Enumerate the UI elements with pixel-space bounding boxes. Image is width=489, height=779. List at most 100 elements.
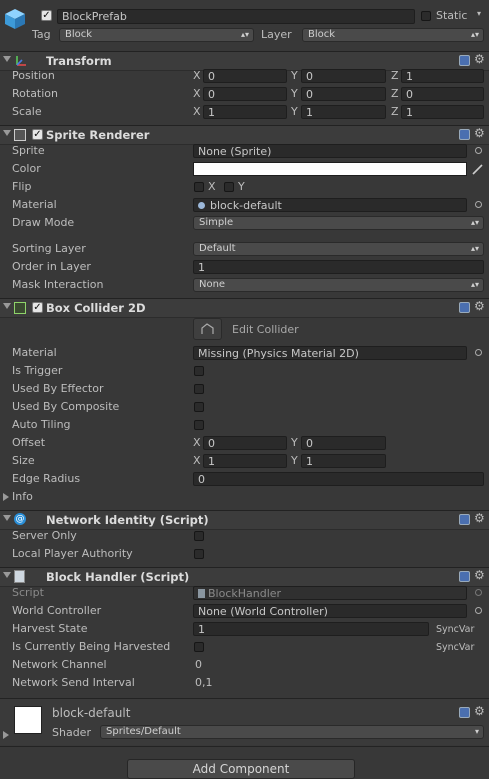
gear-icon[interactable]: ⚙	[474, 511, 485, 525]
mask-interaction-dropdown[interactable]: None ▴▾	[193, 278, 484, 292]
scale-y-field[interactable]: 1	[301, 105, 386, 119]
shader-dropdown[interactable]: Sprites/Default ▾	[100, 725, 484, 739]
size-x-field[interactable]: 1	[203, 454, 287, 468]
gear-icon[interactable]: ⚙	[474, 299, 485, 313]
position-y-field[interactable]: 0	[301, 69, 386, 83]
color-swatch[interactable]	[193, 162, 467, 176]
help-book-icon[interactable]	[459, 707, 470, 718]
axis-x-label: X	[193, 69, 201, 82]
order-in-layer-field[interactable]: 1	[193, 260, 484, 274]
edge-radius-field[interactable]: 0	[193, 472, 484, 486]
foldout-arrow-icon[interactable]	[3, 515, 11, 521]
draw-mode-value: Simple	[199, 217, 234, 228]
info-label[interactable]: Info	[12, 490, 33, 503]
material-preview-name: block-default	[52, 706, 131, 720]
is-trigger-checkbox[interactable]	[194, 366, 204, 376]
object-name-field[interactable]: BlockPrefab	[57, 9, 415, 24]
draw-mode-dropdown[interactable]: Simple ▴▾	[193, 216, 484, 230]
flip-x-checkbox[interactable]	[194, 182, 204, 192]
object-picker-icon[interactable]	[475, 349, 482, 356]
tag-dropdown[interactable]: Block ▴▾	[59, 28, 254, 42]
offset-x-field[interactable]: 0	[203, 436, 287, 450]
sprite-renderer-header[interactable]: ✓ Sprite Renderer ⚙	[0, 125, 489, 145]
auto-tiling-label: Auto Tiling	[12, 418, 71, 431]
gear-icon[interactable]: ⚙	[474, 568, 485, 582]
material-field[interactable]: block-default	[193, 198, 467, 212]
gear-icon[interactable]: ⚙	[474, 704, 485, 718]
network-identity-header[interactable]: @ Network Identity (Script) ⚙	[0, 510, 489, 530]
script-value: BlockHandler	[208, 587, 282, 600]
foldout-arrow-icon[interactable]	[3, 56, 11, 62]
sprite-renderer-title: Sprite Renderer	[46, 128, 150, 142]
position-z-field[interactable]: 1	[401, 69, 484, 83]
used-by-effector-checkbox[interactable]	[194, 384, 204, 394]
axis-x-label: X	[193, 105, 201, 118]
static-checkbox[interactable]	[421, 11, 431, 21]
auto-tiling-checkbox[interactable]	[194, 420, 204, 430]
material-sphere-icon	[198, 202, 205, 209]
layer-dropdown[interactable]: Block ▴▾	[302, 28, 484, 42]
position-x-field[interactable]: 0	[203, 69, 287, 83]
eyedropper-icon[interactable]	[471, 162, 485, 176]
shader-value: Sprites/Default	[106, 726, 181, 737]
foldout-arrow-icon[interactable]	[3, 130, 11, 136]
box-collider-title: Box Collider 2D	[46, 301, 146, 315]
help-book-icon[interactable]	[459, 302, 470, 313]
used-by-composite-checkbox[interactable]	[194, 402, 204, 412]
material-foldout-arrow-icon[interactable]	[3, 731, 9, 739]
size-y-field[interactable]: 1	[301, 454, 386, 468]
help-book-icon[interactable]	[459, 571, 470, 582]
flip-y-checkbox[interactable]	[224, 182, 234, 192]
foldout-arrow-icon[interactable]	[3, 303, 11, 309]
edit-collider-button[interactable]	[193, 318, 222, 340]
rotation-z-field[interactable]: 0	[401, 87, 484, 101]
box-collider-header[interactable]: ✓ Box Collider 2D ⚙	[0, 298, 489, 318]
active-checkbox[interactable]: ✓	[41, 10, 52, 21]
object-picker-icon[interactable]	[475, 607, 482, 614]
offset-y-field[interactable]: 0	[301, 436, 386, 450]
help-book-icon[interactable]	[459, 55, 470, 66]
scale-z-field[interactable]: 1	[401, 105, 484, 119]
sorting-layer-dropdown[interactable]: Default ▴▾	[193, 242, 484, 256]
add-component-separator	[0, 746, 489, 747]
world-controller-field[interactable]: None (World Controller)	[193, 604, 467, 618]
axis-y-label: Y	[291, 69, 298, 82]
offset-label: Offset	[12, 436, 46, 449]
sprite-renderer-enabled-checkbox[interactable]: ✓	[32, 129, 43, 140]
transform-header[interactable]: Transform ⚙	[0, 51, 489, 71]
shader-label: Shader	[52, 726, 91, 739]
info-foldout-arrow-icon[interactable]	[3, 493, 9, 501]
sprite-field[interactable]: None (Sprite)	[193, 144, 467, 158]
help-book-icon[interactable]	[459, 129, 470, 140]
server-only-checkbox[interactable]	[194, 531, 204, 541]
script-label: Script	[12, 586, 44, 599]
add-component-button[interactable]: Add Component	[127, 759, 355, 779]
is-trigger-label: Is Trigger	[12, 364, 63, 377]
edge-radius-label: Edge Radius	[12, 472, 81, 485]
axis-y-label: Y	[291, 87, 298, 100]
sprite-label: Sprite	[12, 144, 45, 157]
foldout-arrow-icon[interactable]	[3, 572, 11, 578]
material-value: block-default	[210, 199, 282, 212]
gear-icon[interactable]: ⚙	[474, 126, 485, 140]
rotation-y-field[interactable]: 0	[301, 87, 386, 101]
block-handler-header[interactable]: Block Handler (Script) ⚙	[0, 567, 489, 587]
add-component-label: Add Component	[192, 762, 290, 776]
scale-x-field[interactable]: 1	[203, 105, 287, 119]
color-label: Color	[12, 162, 41, 175]
prefab-cube-icon	[4, 8, 26, 30]
local-player-authority-checkbox[interactable]	[194, 549, 204, 559]
help-book-icon[interactable]	[459, 514, 470, 525]
object-picker-icon[interactable]	[475, 201, 482, 208]
tag-label: Tag	[32, 28, 51, 41]
being-harvested-checkbox[interactable]	[194, 642, 204, 652]
flip-x-label: X	[208, 180, 216, 193]
static-dropdown-arrow[interactable]: ▾	[477, 9, 481, 18]
harvest-state-field[interactable]: 1	[193, 622, 429, 636]
box-collider-enabled-checkbox[interactable]: ✓	[32, 302, 43, 313]
dropdown-arrow-icon: ▴▾	[240, 30, 249, 39]
gear-icon[interactable]: ⚙	[474, 52, 485, 66]
rotation-x-field[interactable]: 0	[203, 87, 287, 101]
collider-material-field[interactable]: Missing (Physics Material 2D)	[193, 346, 467, 360]
object-picker-icon[interactable]	[475, 147, 482, 154]
